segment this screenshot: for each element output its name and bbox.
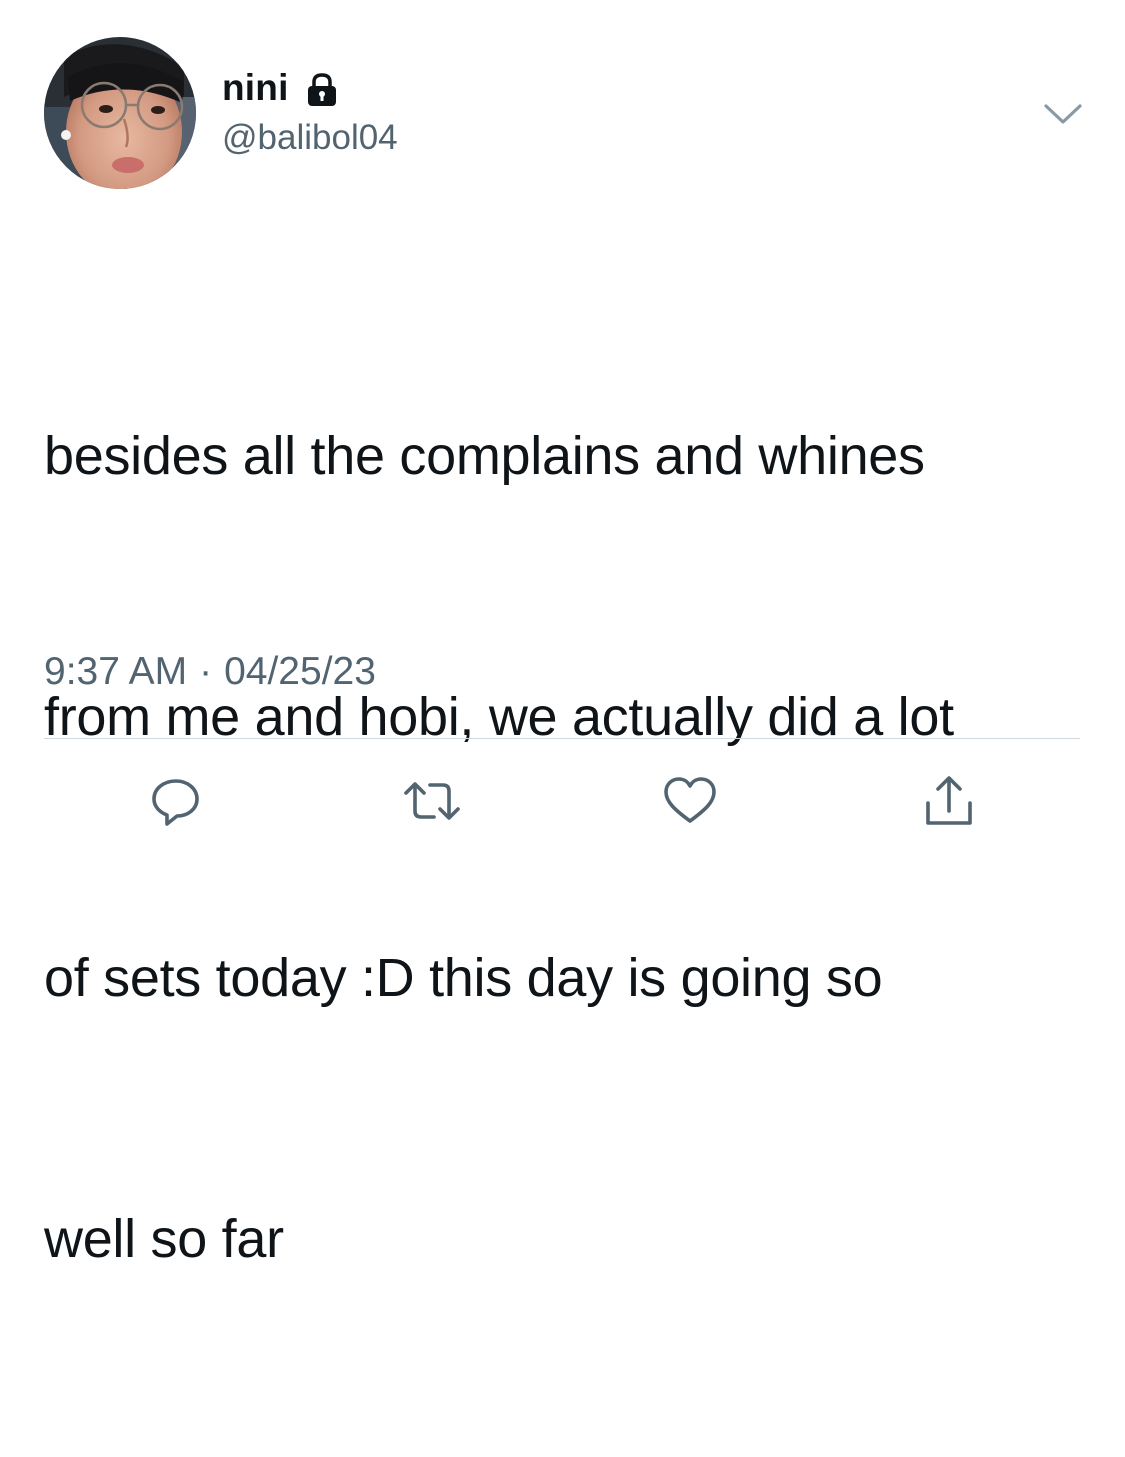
share-icon [926, 776, 972, 825]
share-button[interactable] [914, 766, 984, 836]
tweet-text: besides all the complains and whines fro… [44, 239, 1094, 1457]
retweet-icon [404, 782, 460, 820]
avatar[interactable] [44, 37, 196, 189]
display-name-row: nini [222, 62, 341, 114]
chevron-down-icon[interactable] [1040, 97, 1086, 131]
meta-separator: · [199, 650, 213, 693]
user-handle[interactable]: @balibol04 [222, 118, 398, 158]
tweet-timestamp: 9:37 AM · 04/25/23 [44, 650, 376, 694]
like-button[interactable] [655, 766, 725, 836]
tweet-time[interactable]: 9:37 AM [44, 650, 187, 694]
retweet-button[interactable] [397, 766, 467, 836]
tweet-date[interactable]: 04/25/23 [224, 650, 376, 694]
reply-icon [152, 779, 199, 826]
reply-button[interactable] [141, 766, 211, 836]
tweet-text-line: besides all the complains and whines [44, 426, 925, 486]
lock-icon [303, 71, 341, 109]
tweet-text-line: well so far [44, 1209, 284, 1269]
heart-icon [664, 777, 716, 823]
avatar-photo [44, 37, 196, 189]
action-bar [0, 766, 1125, 836]
divider [44, 738, 1080, 739]
tweet-card: nini @balibol04 besides all the complain… [0, 0, 1125, 1269]
tweet-text-line: of sets today :D this day is going so [44, 948, 883, 1008]
display-name[interactable]: nini [222, 67, 289, 109]
